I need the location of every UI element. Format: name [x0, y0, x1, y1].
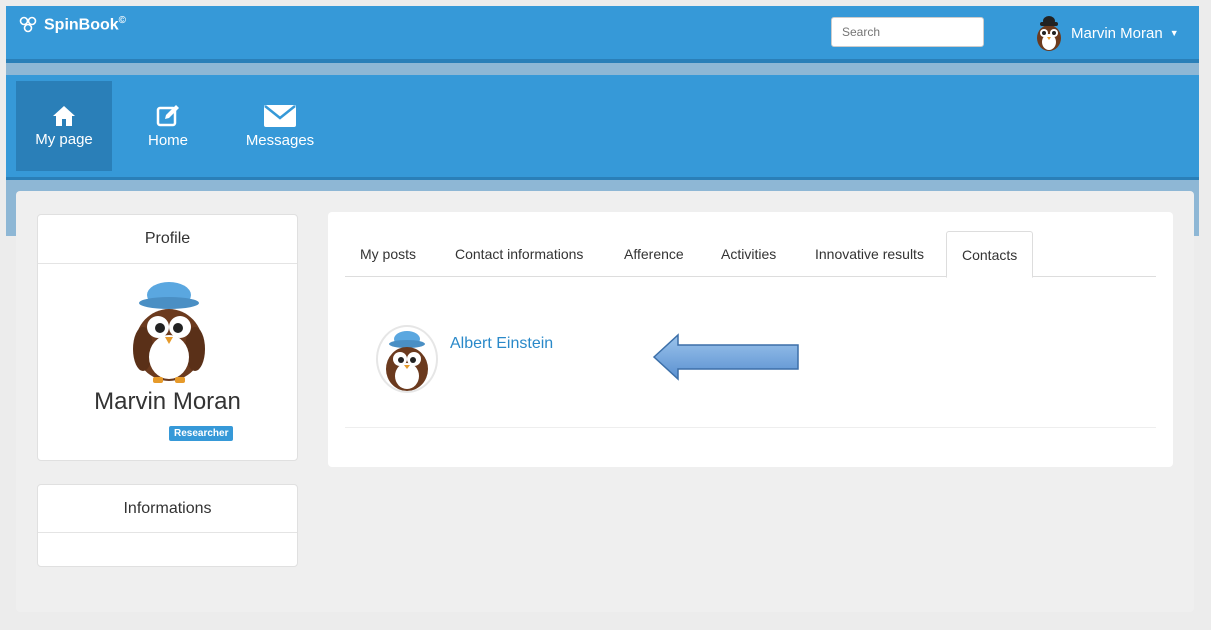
search-input[interactable] [831, 17, 984, 47]
profile-name: Marvin Moran [94, 388, 241, 415]
tab-afference[interactable]: Afference [609, 231, 699, 277]
profile-panel-title: Profile [38, 215, 297, 264]
tab-innovative-results[interactable]: Innovative results [800, 231, 939, 277]
nav-my-page[interactable]: My page [16, 81, 112, 171]
owl-contact-avatar [386, 331, 428, 391]
user-menu[interactable]: Marvin Moran ▼ [1032, 14, 1179, 52]
nav-home[interactable]: Home [121, 81, 215, 171]
tab-my-posts[interactable]: My posts [345, 231, 431, 277]
brand-mark: © [118, 15, 127, 26]
profile-tabs: My posts Contact informations Afference … [345, 231, 1156, 278]
contact-avatar[interactable] [376, 325, 438, 393]
brand-name: SpinBook [44, 16, 119, 34]
nav-label: Messages [245, 131, 315, 149]
arrow-left-icon [652, 333, 799, 381]
profile-panel: Profile Marvin Moran Researcher [37, 214, 298, 461]
owl-avatar-icon [1037, 16, 1061, 51]
tab-contact-informations[interactable]: Contact informations [440, 231, 598, 277]
nav-label: My page [35, 130, 93, 148]
nav-label: Home [147, 131, 188, 149]
community-icon [19, 16, 37, 32]
user-name: Marvin Moran [1071, 24, 1163, 42]
envelope-icon [264, 104, 296, 127]
contact-link[interactable]: Albert Einstein [450, 335, 553, 353]
informations-panel-title: Informations [38, 485, 297, 533]
tab-contacts[interactable]: Contacts [946, 231, 1034, 278]
tab-activities[interactable]: Activities [706, 231, 791, 277]
informations-panel: Informations [37, 484, 298, 567]
chevron-down-icon: ▼ [1169, 28, 1179, 38]
top-header-bar [6, 6, 1199, 59]
brand-logo[interactable]: SpinBook© [18, 15, 126, 34]
home-icon [53, 105, 75, 126]
owl-profile-avatar [133, 282, 205, 383]
edit-icon [156, 104, 179, 126]
nav-messages[interactable]: Messages [225, 81, 335, 171]
role-badge: Researcher [169, 426, 234, 441]
header-band [6, 63, 1199, 75]
